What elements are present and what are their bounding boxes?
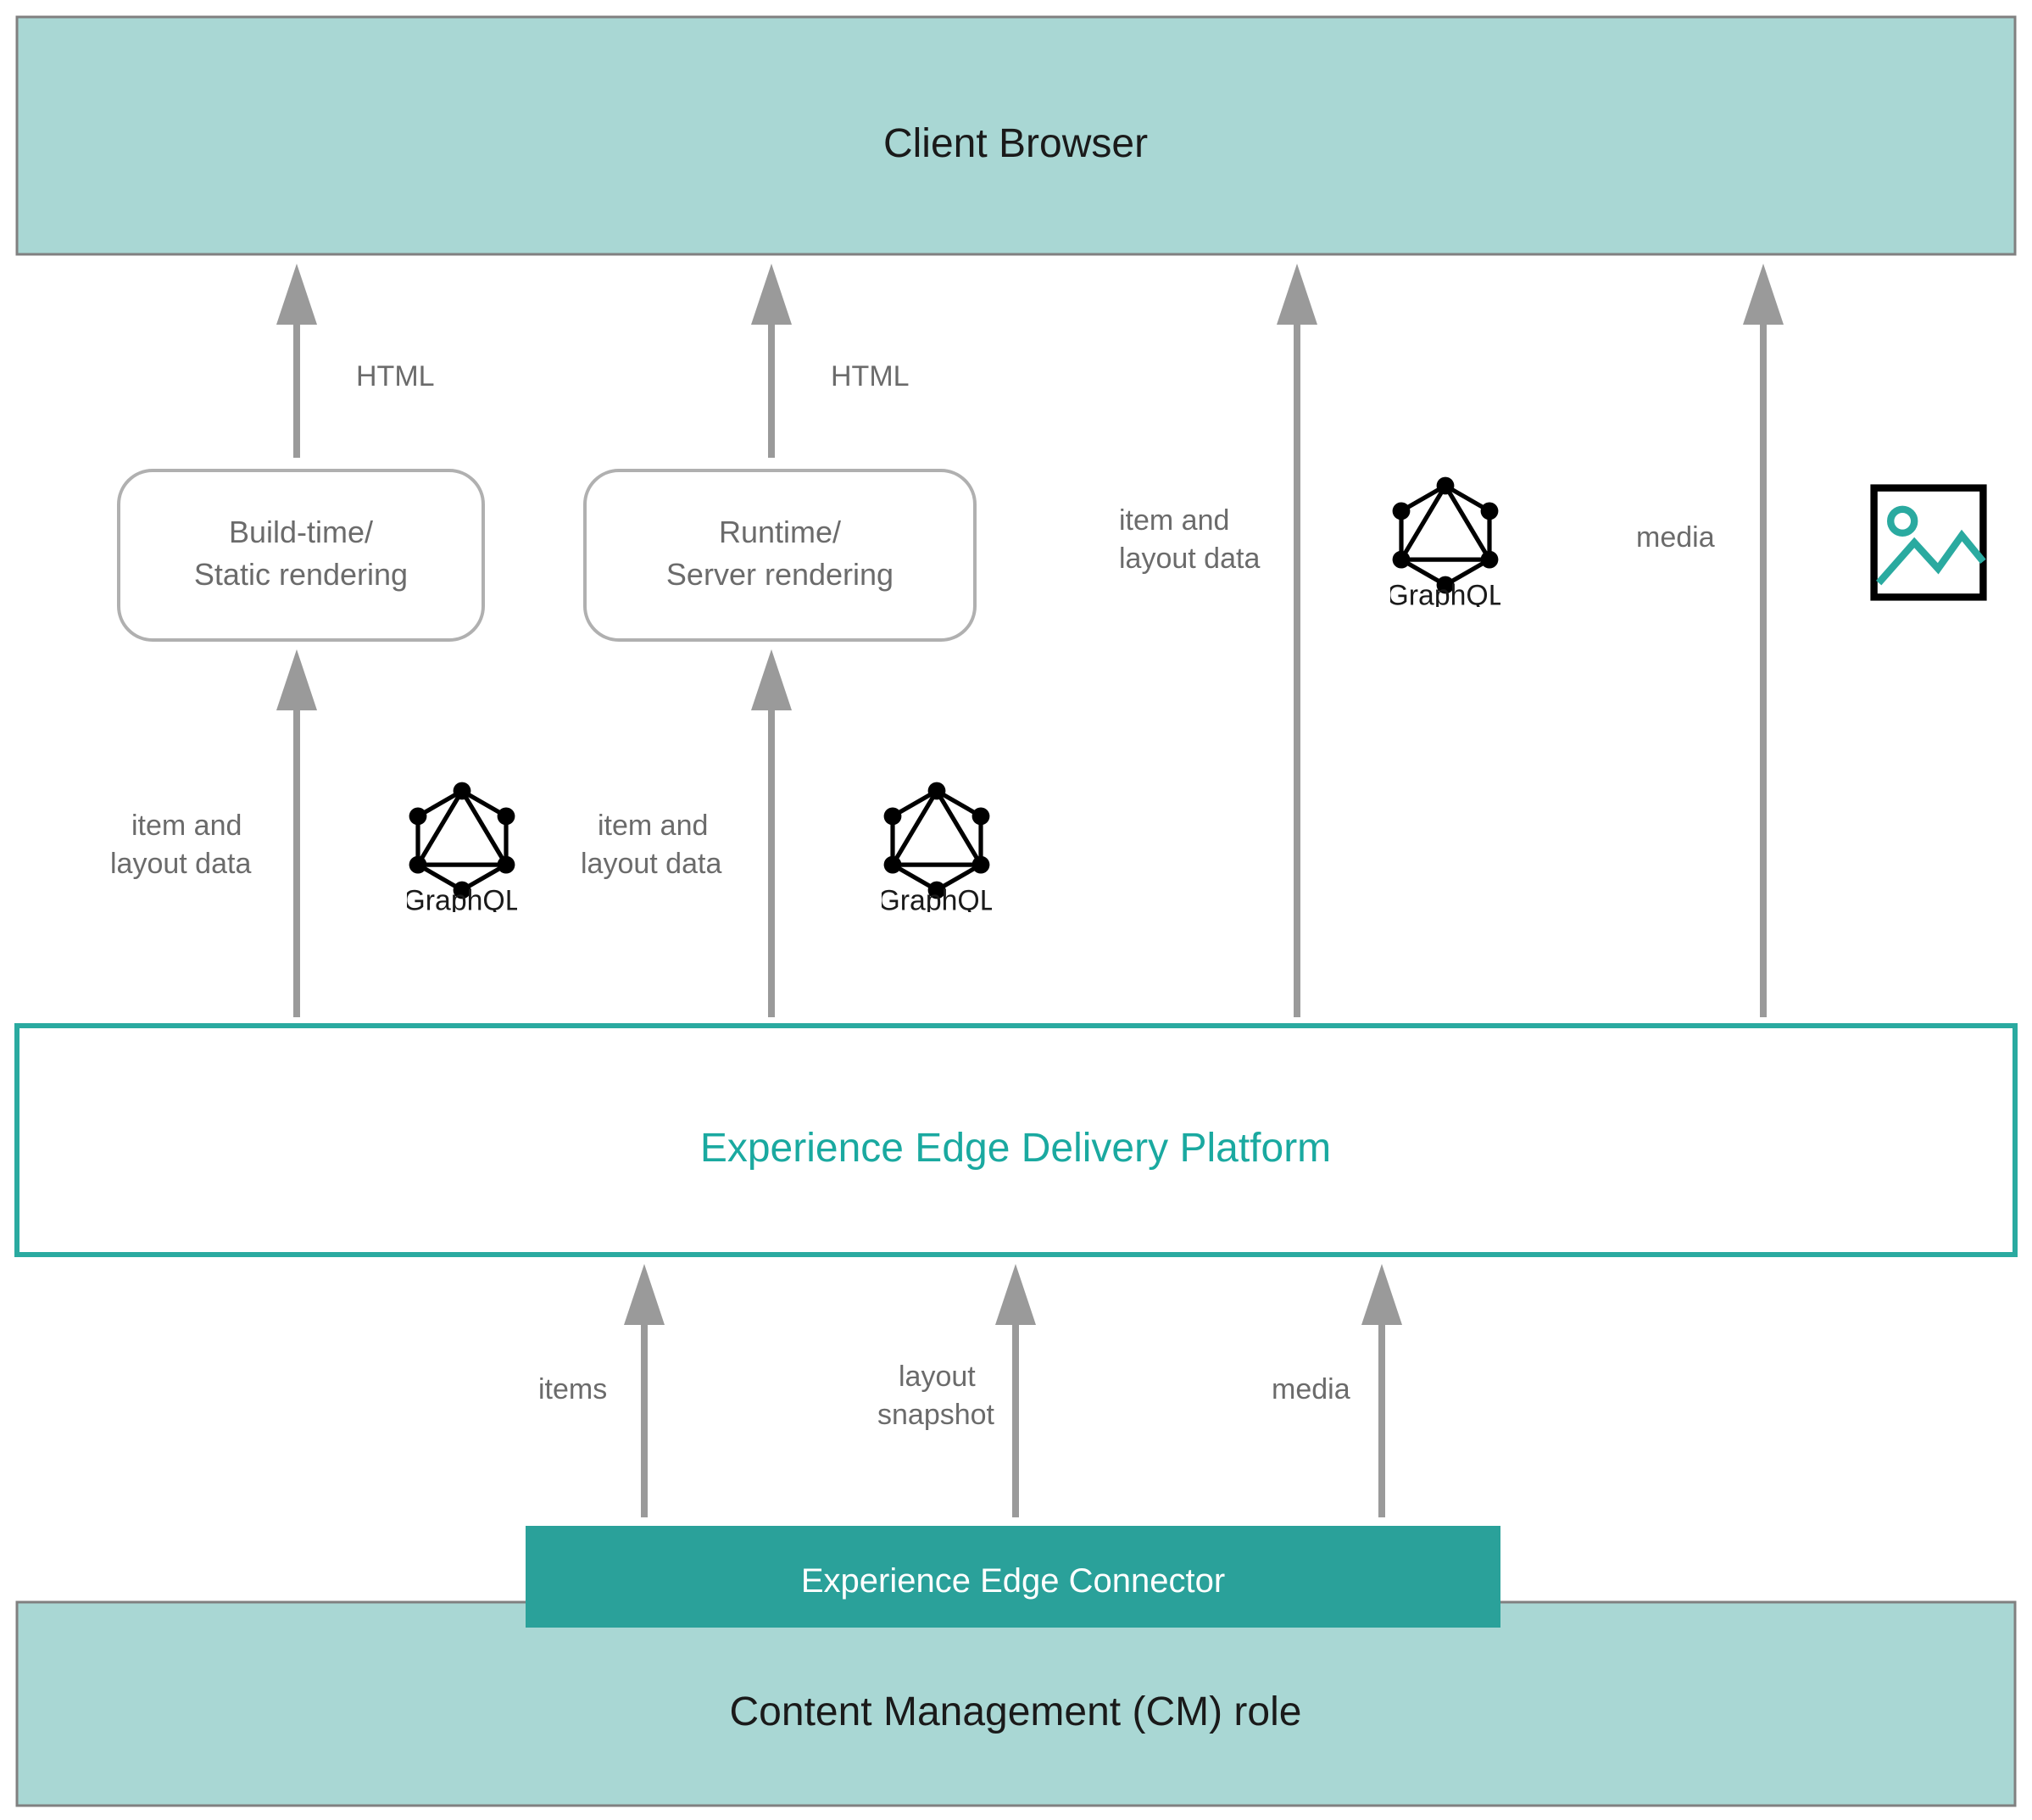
experience-edge-connector-box: Experience Edge Connector bbox=[526, 1526, 1500, 1628]
html-label-1: HTML bbox=[356, 360, 435, 392]
arrow-media: media bbox=[1272, 1284, 1382, 1517]
itemlayout-label-1a: item and bbox=[131, 810, 242, 842]
itemlayout-label-2b: layout data bbox=[581, 848, 721, 880]
itemlayout-label-3a: item and bbox=[1119, 504, 1229, 537]
graphql-icon bbox=[1386, 477, 1504, 612]
arrow-platform-to-browser-media: media bbox=[1636, 284, 1763, 1017]
image-icon bbox=[1874, 488, 1984, 598]
build-time-node: Build-time/ Static rendering bbox=[119, 470, 483, 640]
cm-role-label: Content Management (CM) role bbox=[730, 1689, 1302, 1734]
architecture-diagram: GraphQL Client Browser HTML HTML item an… bbox=[0, 0, 2032, 1820]
media-label-bottom: media bbox=[1272, 1373, 1350, 1405]
arrow-platform-to-browser-data: item and layout data bbox=[1119, 284, 1297, 1017]
graphql-icon bbox=[877, 782, 995, 917]
arrow-layout-snapshot: layout snapshot bbox=[877, 1284, 1016, 1517]
itemlayout-label-1b: layout data bbox=[110, 848, 251, 880]
buildtime-line1: Build-time/ bbox=[229, 515, 373, 549]
experience-edge-platform-box: Experience Edge Delivery Platform bbox=[17, 1026, 2015, 1255]
arrow-runtime-to-browser: HTML bbox=[771, 284, 910, 458]
layout-snapshot-label-1: layout bbox=[899, 1361, 976, 1393]
runtime-node: Runtime/ Server rendering bbox=[585, 470, 975, 640]
itemlayout-label-3b: layout data bbox=[1119, 543, 1260, 575]
itemlayout-label-2a: item and bbox=[598, 810, 708, 842]
runtime-line2: Server rendering bbox=[666, 557, 894, 592]
arrow-items: items bbox=[538, 1284, 644, 1517]
experience-edge-platform-label: Experience Edge Delivery Platform bbox=[700, 1126, 1331, 1171]
runtime-line1: Runtime/ bbox=[719, 515, 841, 549]
arrow-buildtime-to-browser: HTML bbox=[297, 284, 435, 458]
experience-edge-connector-label: Experience Edge Connector bbox=[801, 1562, 1225, 1600]
buildtime-line2: Static rendering bbox=[194, 557, 408, 592]
graphql-icon bbox=[403, 782, 521, 917]
client-browser-box: Client Browser bbox=[17, 17, 2015, 254]
client-browser-label: Client Browser bbox=[883, 121, 1148, 166]
arrow-platform-to-runtime: item and layout data bbox=[581, 670, 771, 1017]
arrow-platform-to-buildtime: item and layout data bbox=[110, 670, 297, 1017]
media-label-top: media bbox=[1636, 521, 1715, 554]
html-label-2: HTML bbox=[831, 360, 910, 392]
items-label: items bbox=[538, 1373, 607, 1405]
layout-snapshot-label-2: snapshot bbox=[877, 1399, 995, 1431]
